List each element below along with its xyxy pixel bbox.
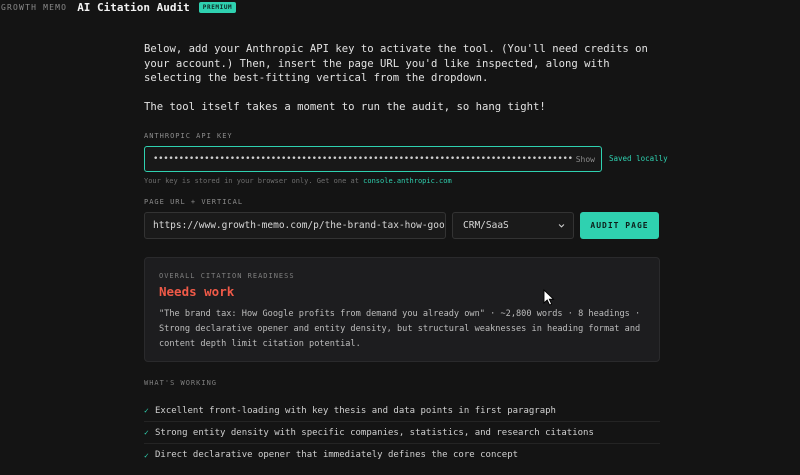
mouse-pointer-icon (543, 289, 555, 306)
whats-working-label: WHAT'S WORKING (144, 379, 218, 387)
list-item-text: Direct declarative opener that immediate… (155, 450, 519, 460)
app-title: AI Citation Audit (77, 0, 190, 14)
list-item-text: Excellent front-loading with key thesis … (155, 405, 556, 416)
vertical-select[interactable]: CRM/SaaS (452, 212, 574, 239)
readiness-description: "The brand tax: How Google profits from … (159, 309, 641, 349)
api-key-hint-text: Your key is stored in your browser only.… (144, 177, 359, 185)
console-link[interactable]: console.anthropic.com (363, 177, 452, 185)
readiness-status: Needs work (159, 284, 235, 299)
api-key-input[interactable]: ••••••••••••••••••••••••••••••••••••••••… (153, 154, 572, 164)
audit-page-button[interactable]: AUDIT PAGE (580, 212, 659, 239)
premium-badge: PREMIUM (198, 1, 237, 13)
whats-working-list: ✓ Excellent front-loading with key thesi… (144, 400, 660, 466)
readiness-label: OVERALL CITATION READINESS (159, 272, 295, 280)
check-icon: ✓ (144, 428, 149, 437)
saved-locally-status: Saved locally (609, 154, 668, 163)
check-icon: ✓ (144, 406, 149, 415)
brand-name: GROWTH MEMO (1, 2, 68, 12)
page-url-input[interactable]: https://www.growth-memo.com/p/the-brand-… (144, 212, 446, 239)
list-item: ✓ Direct declarative opener that immedia… (144, 444, 660, 466)
app-header: GROWTH MEMO AI Citation Audit PREMIUM (0, 0, 237, 14)
intro-paragraph-1: Below, add your Anthropic API key to act… (144, 43, 648, 85)
vertical-selected-value: CRM/SaaS (463, 220, 509, 231)
show-key-button[interactable]: Show (576, 155, 595, 164)
list-item: ✓ Strong entity density with specific co… (144, 422, 660, 444)
api-key-label: ANTHROPIC API KEY (144, 132, 233, 140)
list-item-text: Strong entity density with specific comp… (155, 427, 594, 438)
citation-readiness-card: OVERALL CITATION READINESS Needs work "T… (144, 257, 660, 362)
list-item: ✓ Excellent front-loading with key thesi… (144, 400, 660, 422)
api-key-hint: Your key is stored in your browser only.… (144, 177, 452, 185)
url-vertical-label: PAGE URL + VERTICAL (144, 198, 244, 206)
intro-text: Below, add your Anthropic API key to act… (144, 42, 664, 115)
chevron-down-icon (558, 224, 565, 228)
check-icon: ✓ (144, 450, 149, 460)
intro-paragraph-2: The tool itself takes a moment to run th… (144, 101, 546, 114)
api-key-field[interactable]: ••••••••••••••••••••••••••••••••••••••••… (144, 146, 602, 172)
